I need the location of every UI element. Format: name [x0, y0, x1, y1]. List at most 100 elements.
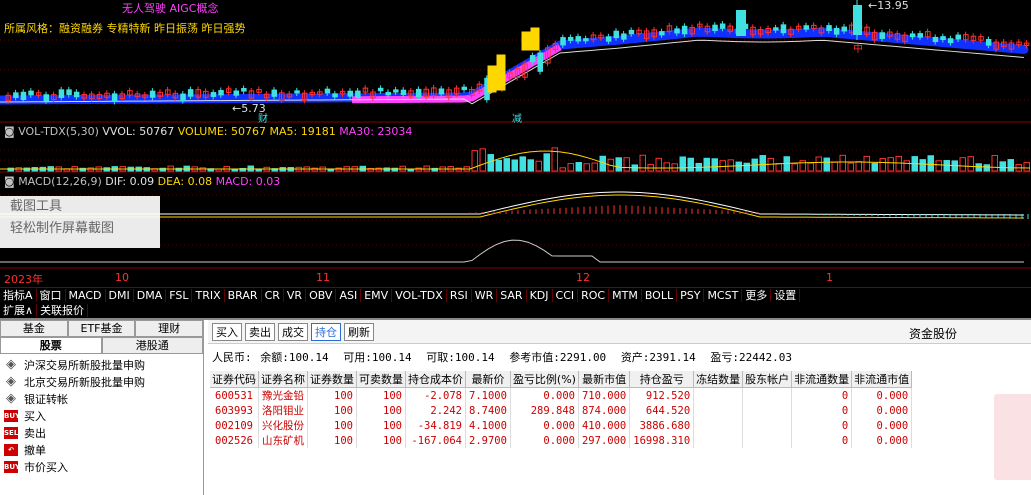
- jian-tag: 减: [512, 114, 522, 125]
- indicator-tab[interactable]: DMA: [134, 288, 167, 302]
- account-type-label[interactable]: 资金股份: [909, 325, 957, 342]
- indicator-tab[interactable]: MTM: [609, 288, 642, 302]
- column-header[interactable]: 非流通市值: [851, 371, 913, 388]
- candle-body: [736, 10, 746, 36]
- indicator-tab[interactable]: VR: [284, 288, 307, 302]
- table-cell: 0.000: [510, 387, 579, 403]
- column-header[interactable]: 持仓成本价: [405, 371, 466, 388]
- table-row[interactable]: 002109 兴化股份 100 100 -34.819 4.1000 0.000 410.00…: [210, 418, 913, 433]
- indicator-tab[interactable]: OBV: [306, 288, 337, 302]
- collapse-icon[interactable]: ◙: [4, 175, 15, 188]
- column-header[interactable]: 非流通数量: [791, 371, 853, 388]
- function-item[interactable]: ↶ 撤单: [0, 441, 203, 458]
- candle-body: [400, 89, 407, 95]
- indicator-tab[interactable]: RSI: [447, 288, 472, 302]
- extension-tab[interactable]: 扩展∧: [0, 303, 38, 317]
- sell-button[interactable]: 卖出: [245, 322, 275, 341]
- table-cell: -2.078: [405, 387, 466, 403]
- sell-icon: SELL: [4, 426, 23, 439]
- macd-indicator-bar[interactable]: ◙ MACD(12,26,9) DIF: 0.09 DEA: 0.08 MACD…: [4, 175, 280, 188]
- table-row[interactable]: 603993 洛阳钼业 100 100 2.242 8.7400 289.848 874.00…: [210, 403, 913, 418]
- column-header[interactable]: 证券数量: [307, 371, 357, 388]
- candle-body: [180, 93, 186, 101]
- column-header[interactable]: 最新价: [465, 371, 511, 388]
- candle-body: [803, 25, 809, 30]
- indicator-tab[interactable]: BOLL: [642, 288, 678, 302]
- tab-wealth[interactable]: 理财: [135, 320, 203, 337]
- gem-icon: ◈: [6, 373, 16, 389]
- volume-bar: [831, 161, 838, 172]
- candle-body: [712, 24, 718, 32]
- table-row[interactable]: 002526 山东矿机 100 100 -167.064 2.9700 0.000 297.0…: [210, 433, 913, 448]
- collapse-icon[interactable]: ◙: [4, 125, 15, 138]
- kline-chart[interactable]: 无人驾驶 AIGC概念 所属风格：融资融券 专精特新 昨日振荡 昨日强势 ←13…: [0, 0, 1031, 287]
- candle-body: [294, 90, 300, 94]
- function-item[interactable]: ◈ 银证转帐: [0, 390, 203, 407]
- timeline-label: 11: [316, 271, 330, 284]
- volume-bar: [983, 164, 990, 172]
- function-item[interactable]: ◈ 沪深交易所新股批量申购: [0, 356, 203, 373]
- deals-button[interactable]: 成交: [278, 322, 308, 341]
- tab-etf-fund[interactable]: ETF基金: [67, 320, 136, 337]
- buy-button[interactable]: 买入: [212, 322, 242, 341]
- table-row[interactable]: 600531 豫光金铅 100 100 -2.078 7.1000 0.000 710.000…: [210, 387, 913, 403]
- indicator-tab[interactable]: KDJ: [527, 288, 553, 302]
- column-header[interactable]: 可卖数量: [356, 371, 406, 388]
- column-header[interactable]: 冻结数量: [693, 371, 744, 388]
- indicator-tab[interactable]: MCST: [704, 288, 743, 302]
- function-item[interactable]: BUY 市价买入: [0, 458, 203, 475]
- function-item[interactable]: SELL 卖出: [0, 424, 203, 441]
- table-cell: 002109: [210, 418, 259, 433]
- tab-stock[interactable]: 股票: [0, 337, 102, 354]
- indicator-tab[interactable]: MACD: [66, 288, 106, 302]
- indicator-tab[interactable]: 窗口: [37, 288, 66, 302]
- column-header[interactable]: 证券代码: [210, 371, 259, 388]
- indicator-tab[interactable]: SAR: [497, 288, 527, 302]
- indicator-tab[interactable]: 指标A: [0, 288, 37, 302]
- indicator-tab[interactable]: FSL: [166, 288, 193, 302]
- indicator-tab[interactable]: ASI: [336, 288, 362, 302]
- volume-bar: [863, 155, 870, 172]
- column-header[interactable]: 持仓盈亏: [629, 371, 695, 388]
- extension-tabbar: 扩展∧ 关联报价: [0, 302, 1031, 318]
- function-item[interactable]: BUY 买入: [0, 407, 203, 424]
- indicator-tab[interactable]: ROC: [578, 288, 610, 302]
- table-cell: 0: [791, 433, 853, 448]
- candle-body: [233, 90, 239, 96]
- indicator-tab[interactable]: PSY: [677, 288, 705, 302]
- table-cell: 912.520: [629, 387, 695, 403]
- function-item[interactable]: ◈ 北京交易所新股批量申购: [0, 373, 203, 390]
- indicator-tab[interactable]: TRIX: [192, 288, 225, 302]
- refresh-button[interactable]: 刷新: [344, 322, 374, 341]
- vol-indicator-bar[interactable]: ◙ VOL-TDX(5,30) VVOL: 50767 VOLUME: 5076…: [4, 125, 412, 138]
- volume-bar: [815, 156, 822, 172]
- tab-fund[interactable]: 基金: [0, 320, 68, 337]
- tab-hk-connect[interactable]: 港股通: [101, 337, 203, 354]
- positions-button[interactable]: 持仓: [311, 322, 341, 341]
- ref-market-value: 参考市值:2291.00: [509, 351, 607, 364]
- column-header[interactable]: 盈亏比例(%): [510, 371, 579, 388]
- indicator-tab[interactable]: DMI: [106, 288, 134, 302]
- indicator-tab[interactable]: WR: [472, 288, 498, 302]
- indicator-tab[interactable]: EMV: [361, 288, 393, 302]
- table-cell: 100: [356, 418, 406, 433]
- column-header[interactable]: 证券名称: [258, 371, 308, 388]
- indicator-tab[interactable]: VOL-TDX: [392, 288, 447, 302]
- indicator-tab[interactable]: CR: [262, 288, 284, 302]
- volume-bar: [727, 159, 734, 172]
- column-header[interactable]: 最新市值: [578, 371, 631, 388]
- indicator-tab[interactable]: CCI: [553, 288, 579, 302]
- candle-body: [355, 90, 361, 99]
- table-cell: [742, 433, 793, 448]
- indicator-tab[interactable]: BRAR: [225, 288, 262, 302]
- candle-body: [537, 52, 543, 72]
- indicator-tab[interactable]: 设置: [771, 288, 801, 302]
- indicator-tab[interactable]: 更多: [742, 288, 772, 302]
- watermark-line1: 截图工具: [10, 199, 63, 214]
- extension-tab[interactable]: 关联报价: [37, 303, 89, 317]
- column-header[interactable]: 股东帐户: [742, 371, 793, 388]
- volume-bar: [663, 162, 670, 172]
- candle-body: [674, 28, 680, 34]
- buy-icon: BUY: [4, 409, 21, 422]
- table-cell: 0.000: [851, 418, 913, 433]
